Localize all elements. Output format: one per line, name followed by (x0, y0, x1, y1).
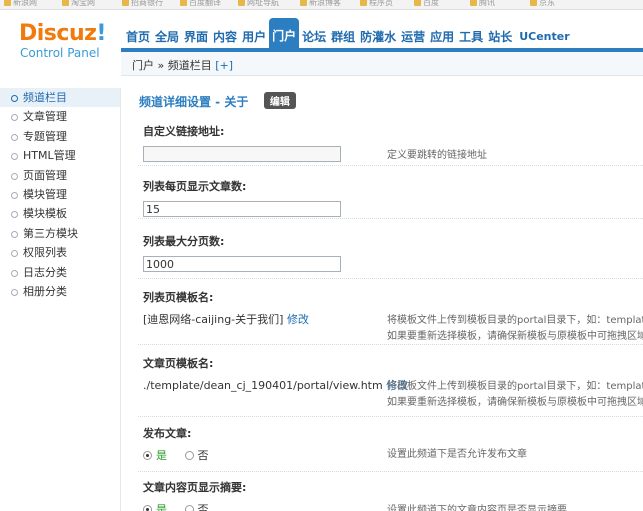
page-title: 频道详细设置 - 关于 (139, 95, 249, 109)
nav-tab-13[interactable]: UCenter (515, 18, 571, 48)
custom-link-input[interactable] (143, 146, 341, 162)
publish-no-radio[interactable] (184, 451, 194, 460)
sidebar-item-1[interactable]: 文章管理 (0, 107, 120, 126)
field-article-template: 文章页模板名: ./template/dean_cj_190401/portal… (138, 345, 643, 417)
sidebar-item-0[interactable]: 频道栏目 (0, 88, 120, 108)
sidebar-item-3[interactable]: HTML管理 (0, 146, 120, 165)
folder-icon (238, 0, 245, 6)
field-summary: 文章内容页显示摘要: 是 否 设置此频道下的文章内容页是否显示摘要 (138, 472, 643, 511)
logo-text: Discuz (19, 21, 97, 46)
nav-tab-11[interactable]: 工具 (457, 18, 485, 48)
nav-tab-2[interactable]: 界面 (182, 18, 210, 48)
field-publish: 发布文章: 是 否 设置此频道下是否允许发布文章 (138, 417, 643, 472)
folder-icon (300, 0, 307, 6)
bookmark-item[interactable]: 新浪网 (4, 0, 37, 8)
summary-yes-radio[interactable] (143, 505, 152, 511)
field-max-pages: 列表最大分页数: (138, 219, 643, 279)
field-hint: 设置此频道下的文章内容页是否显示摘要 (387, 505, 567, 511)
breadcrumb: 门户 » 频道栏目 [+] (132, 57, 233, 73)
bookmarks-bar: 新浪网 淘宝网 招商银行 百度翻译 网址导航 新浪博客 程序员 百度 腾讯 京东 (0, 0, 643, 10)
folder-icon (62, 0, 69, 6)
nav-tab-5[interactable]: 门户 (269, 18, 300, 48)
field-per-page: 列表每页显示文章数: (138, 166, 643, 219)
main-content: 频道详细设置 - 关于 编辑 自定义链接地址: 定义要跳转的链接地址 列表每页显… (122, 76, 643, 511)
field-label: 文章内容页显示摘要: (143, 481, 247, 494)
folder-icon (414, 0, 421, 6)
publish-yes-radio[interactable] (143, 451, 152, 460)
sidebar-item-9[interactable]: 日志分类 (0, 263, 120, 282)
add-shortcut-button[interactable]: [+] (215, 59, 233, 72)
bookmark-item[interactable]: 招商银行 (122, 0, 163, 8)
sidebar: 频道栏目 文章管理 专题管理 HTML管理 页面管理 模块管理 模块模板 第三方模块 权限列表日… (0, 88, 121, 511)
publish-radio-group: 是 否 (143, 447, 209, 463)
field-label: 自定义链接地址: (143, 125, 225, 138)
field-list-template: 列表页模板名: [迪恩网络-caijing-关于我们] 修改 将模板文件上传到模… (138, 279, 643, 345)
field-hint: 设置此频道下是否允许发布文章 (387, 449, 527, 460)
nav-tab-3[interactable]: 内容 (211, 18, 239, 48)
sidebar-item-10[interactable]: 相册分类 (0, 282, 120, 301)
folder-icon (180, 0, 187, 6)
field-hint: 如果要重新选择模板，请确保新模板与原模板中可拖拽区域具有 (387, 331, 643, 342)
field-hint: 如果要重新选择模板，请确保新模板与原模板中可拖拽区域具有 (387, 397, 643, 408)
sidebar-item-6[interactable]: 模块模板 (0, 204, 120, 223)
nav-tab-7[interactable]: 群组 (329, 18, 357, 48)
logo-subtitle: Control Panel (20, 46, 100, 60)
main-nav: 首页 全局 界面 内容 用户 门户 论坛 群组 防灌水 运营 应用 工具 站长 UCenter (124, 18, 573, 48)
bookmark-item[interactable]: 百度 (414, 0, 439, 8)
bookmark-item[interactable]: 淘宝网 (62, 0, 95, 8)
folder-icon (122, 0, 129, 6)
field-custom-link: 自定义链接地址: 定义要跳转的链接地址 (138, 116, 643, 166)
field-hint: 将模板文件上传到模板目录的portal目录下，如：template/d (387, 315, 643, 326)
per-page-input[interactable] (143, 201, 341, 217)
logo-exclaim: ! (96, 21, 106, 46)
sidebar-item-7[interactable]: 第三方模块 (0, 224, 120, 243)
sidebar-item-4[interactable]: 页面管理 (0, 166, 120, 185)
list-template-value: [迪恩网络-caijing-关于我们] 修改 (143, 313, 309, 326)
bookmark-item[interactable]: 程序员 (360, 0, 393, 8)
folder-icon (4, 0, 11, 6)
nav-tab-4[interactable]: 用户 (240, 18, 268, 48)
nav-tab-6[interactable]: 论坛 (300, 18, 328, 48)
bookmark-item[interactable]: 百度翻译 (180, 0, 221, 8)
sidebar-item-5[interactable]: 模块管理 (0, 185, 120, 204)
article-template-value: ./template/dean_cj_190401/portal/view.ht… (143, 379, 409, 392)
edit-list-template-link[interactable]: 修改 (287, 313, 309, 326)
breadcrumb-root[interactable]: 门户 (132, 59, 154, 72)
sub-bar: 门户 » 频道栏目 [+] (121, 48, 643, 76)
nav-tab-10[interactable]: 应用 (428, 18, 456, 48)
breadcrumb-current: 频道栏目 (167, 59, 212, 72)
nav-tab-0[interactable]: 首页 (124, 18, 152, 48)
field-hint: 将模板文件上传到模板目录的portal目录下，如：template/d (387, 381, 643, 392)
field-label: 列表每页显示文章数: (143, 180, 247, 193)
max-pages-input[interactable] (143, 256, 341, 272)
field-label: 发布文章: (143, 427, 192, 440)
summary-radio-group: 是 否 (143, 501, 209, 511)
field-label: 文章页模板名: (143, 357, 214, 370)
sidebar-item-8[interactable]: 权限列表 (0, 243, 120, 262)
nav-tab-1[interactable]: 全局 (153, 18, 181, 48)
summary-no-radio[interactable] (184, 505, 194, 511)
nav-tab-8[interactable]: 防灌水 (358, 18, 398, 48)
breadcrumb-separator: » (157, 59, 165, 72)
field-label: 列表页模板名: (143, 291, 214, 304)
folder-icon (470, 0, 477, 6)
logo: Discuz! Control Panel (0, 10, 121, 60)
edit-button[interactable]: 编辑 (263, 92, 296, 109)
bookmark-item[interactable]: 腾讯 (470, 0, 495, 8)
nav-tab-12[interactable]: 站长 (486, 18, 514, 48)
field-hint: 定义要跳转的链接地址 (387, 150, 487, 161)
bookmark-item[interactable]: 京东 (530, 0, 555, 8)
sidebar-item-2[interactable]: 专题管理 (0, 127, 120, 146)
bookmark-item[interactable]: 网址导航 (238, 0, 279, 8)
bookmark-item[interactable]: 新浪博客 (300, 0, 341, 8)
page-heading: 频道详细设置 - 关于 编辑 (139, 92, 296, 110)
folder-icon (530, 0, 537, 6)
folder-icon (360, 0, 367, 6)
field-label: 列表最大分页数: (143, 235, 225, 248)
nav-tab-9[interactable]: 运营 (399, 18, 427, 48)
